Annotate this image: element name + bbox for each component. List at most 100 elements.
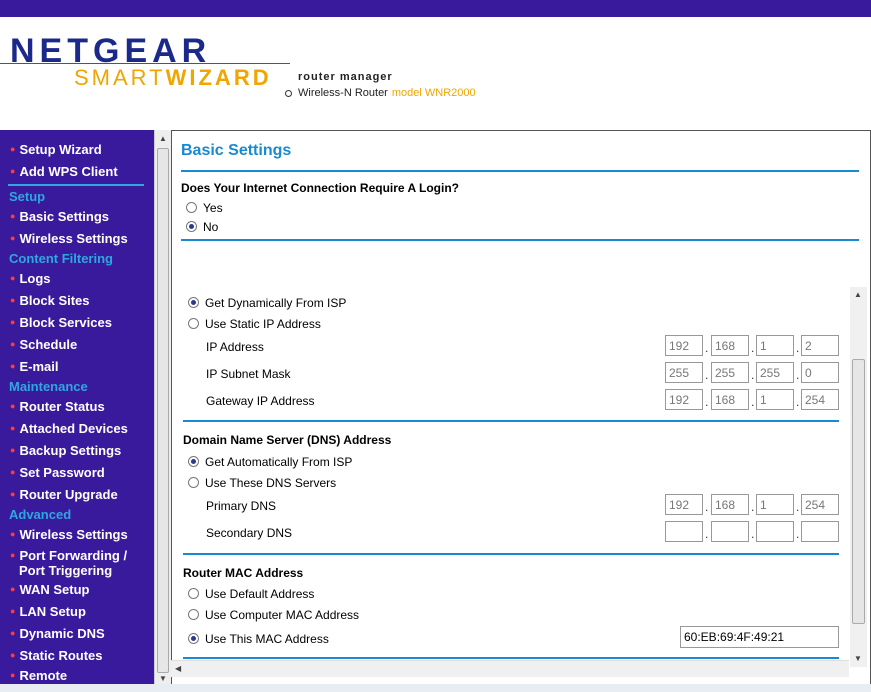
- subnet-octet-1[interactable]: 255: [665, 362, 703, 383]
- ip-address-octet-1[interactable]: 192: [665, 335, 703, 356]
- secondary-dns-octet-2[interactable]: [711, 521, 749, 542]
- primary-dns-octet-4[interactable]: 254: [801, 494, 839, 515]
- nav-static-routes[interactable]: ● Static Routes: [10, 648, 103, 663]
- bullet-icon: ●: [10, 606, 16, 616]
- product-line: Wireless-N Router model WNR2000: [285, 87, 476, 99]
- dns-auto-radio[interactable]: Get Automatically From ISP: [188, 455, 352, 469]
- circle-icon: [285, 90, 292, 97]
- bullet-icon: ●: [10, 166, 16, 176]
- nav-port-forwarding[interactable]: ● Port Forwarding / Port Triggering: [10, 548, 127, 578]
- router-manager-label: router manager: [298, 71, 393, 83]
- nav-dynamic-dns[interactable]: ● Dynamic DNS: [10, 626, 105, 641]
- mac-heading: Router MAC Address: [183, 566, 304, 580]
- ip-address-octet-3[interactable]: 1: [756, 335, 794, 356]
- product-name: Wireless-N Router: [298, 87, 388, 99]
- dns-manual-radio[interactable]: Use These DNS Servers: [188, 476, 336, 490]
- page-title: Basic Settings: [181, 142, 292, 159]
- gateway-label: Gateway IP Address: [206, 394, 315, 408]
- subnet-octet-3[interactable]: 255: [756, 362, 794, 383]
- nav-backup-settings[interactable]: ● Backup Settings: [10, 443, 121, 458]
- nav-attached-devices[interactable]: ● Attached Devices: [10, 421, 128, 436]
- nav-block-services[interactable]: ● Block Services: [10, 315, 112, 330]
- bullet-icon: ●: [10, 670, 16, 680]
- mac-this-radio[interactable]: Use This MAC Address: [188, 632, 329, 646]
- radio-icon: [188, 588, 199, 599]
- secondary-dns-octet-4[interactable]: [801, 521, 839, 542]
- nav-email[interactable]: ● E-mail: [10, 359, 58, 374]
- nav-schedule[interactable]: ● Schedule: [10, 337, 77, 352]
- nav-wan-setup[interactable]: ● WAN Setup: [10, 582, 90, 597]
- scroll-down-icon[interactable]: ▼: [159, 674, 167, 683]
- bullet-icon: ●: [10, 339, 16, 349]
- nav-setup-wizard[interactable]: ● Setup Wizard: [10, 142, 102, 157]
- bullet-icon: ●: [10, 211, 16, 221]
- scroll-left-icon[interactable]: ◀: [175, 664, 181, 673]
- bullet-icon: ●: [10, 489, 16, 499]
- mac-computer-radio[interactable]: Use Computer MAC Address: [188, 608, 359, 622]
- primary-dns-octet-1[interactable]: 192: [665, 494, 703, 515]
- mac-address-input[interactable]: 60:EB:69:4F:49:21: [680, 626, 839, 648]
- nav-basic-settings[interactable]: ● Basic Settings: [10, 209, 109, 224]
- ip-static-radio[interactable]: Use Static IP Address: [188, 317, 321, 331]
- login-yes-radio[interactable]: Yes: [186, 201, 223, 215]
- nav-wireless-settings[interactable]: ● Wireless Settings: [10, 231, 128, 246]
- smart-text: SMART: [74, 65, 166, 90]
- ip-dynamic-radio[interactable]: Get Dynamically From ISP: [188, 296, 346, 310]
- content-scroll-thumb[interactable]: [852, 359, 865, 624]
- wizard-text: WIZARD: [165, 65, 272, 90]
- bullet-icon: ●: [10, 550, 16, 560]
- nav-set-password[interactable]: ● Set Password: [10, 465, 105, 480]
- bullet-icon: ●: [10, 233, 16, 243]
- bullet-icon: ●: [10, 584, 16, 594]
- sidebar-scroll-thumb[interactable]: [157, 148, 169, 673]
- login-question: Does Your Internet Connection Require A …: [181, 181, 460, 195]
- title-divider: [181, 170, 859, 172]
- header: NETGEAR SMARTWIZARD router manager Wirel…: [0, 17, 871, 130]
- nav-divider: [8, 184, 144, 186]
- nav-section-content-filtering: Content Filtering: [9, 251, 113, 266]
- nav-router-status[interactable]: ● Router Status: [10, 399, 105, 414]
- mac-default-radio[interactable]: Use Default Address: [188, 587, 314, 601]
- scroll-up-icon[interactable]: ▲: [854, 290, 862, 299]
- gateway-octet-4[interactable]: 254: [801, 389, 839, 410]
- login-no-radio[interactable]: No: [186, 220, 218, 234]
- nav-adv-wireless-settings[interactable]: ● Wireless Settings: [10, 527, 128, 542]
- dns-divider: [183, 553, 839, 555]
- nav-block-sites[interactable]: ● Block Sites: [10, 293, 90, 308]
- secondary-dns-octet-3[interactable]: [756, 521, 794, 542]
- scroll-up-icon[interactable]: ▲: [159, 134, 167, 143]
- subnet-octet-2[interactable]: 255: [711, 362, 749, 383]
- content-scrollbar[interactable]: ▲ ▼: [850, 287, 867, 667]
- radio-icon: [188, 318, 199, 329]
- nav-router-upgrade[interactable]: ● Router Upgrade: [10, 487, 118, 502]
- nav-remote[interactable]: ● Remote: [10, 668, 67, 683]
- subnet-octet-4[interactable]: 0: [801, 362, 839, 383]
- ip-address-octet-4[interactable]: 2: [801, 335, 839, 356]
- bullet-icon: ●: [10, 423, 16, 433]
- sidebar-nav: ● Setup Wizard ● Add WPS Client Setup ● Bas…: [0, 130, 154, 692]
- nav-add-wps-client[interactable]: ● Add WPS Client: [10, 164, 118, 179]
- scroll-down-icon[interactable]: ▼: [854, 654, 862, 663]
- model-name: model WNR2000: [391, 87, 476, 99]
- bullet-icon: ●: [10, 650, 16, 660]
- ip-divider: [183, 420, 839, 422]
- bullet-icon: ●: [10, 401, 16, 411]
- main-content-panel: Basic Settings Does Your Internet Connec…: [171, 130, 871, 692]
- primary-dns-octet-2[interactable]: 168: [711, 494, 749, 515]
- horizontal-scrollbar[interactable]: ◀: [171, 660, 849, 677]
- gateway-octet-1[interactable]: 192: [665, 389, 703, 410]
- mac-divider: [183, 657, 839, 659]
- nav-port-triggering-label: Port Triggering: [19, 563, 113, 578]
- gateway-octet-3[interactable]: 1: [756, 389, 794, 410]
- ip-address-octet-2[interactable]: 168: [711, 335, 749, 356]
- ip-address-label: IP Address: [206, 340, 264, 354]
- bullet-icon: ●: [10, 273, 16, 283]
- sidebar-scrollbar[interactable]: ▲ ▼: [154, 130, 171, 692]
- nav-lan-setup[interactable]: ● LAN Setup: [10, 604, 86, 619]
- primary-dns-octet-3[interactable]: 1: [756, 494, 794, 515]
- nav-logs[interactable]: ● Logs: [10, 271, 51, 286]
- gateway-octet-2[interactable]: 168: [711, 389, 749, 410]
- bullet-icon: ●: [10, 295, 16, 305]
- dns-heading: Domain Name Server (DNS) Address: [183, 433, 392, 447]
- secondary-dns-octet-1[interactable]: [665, 521, 703, 542]
